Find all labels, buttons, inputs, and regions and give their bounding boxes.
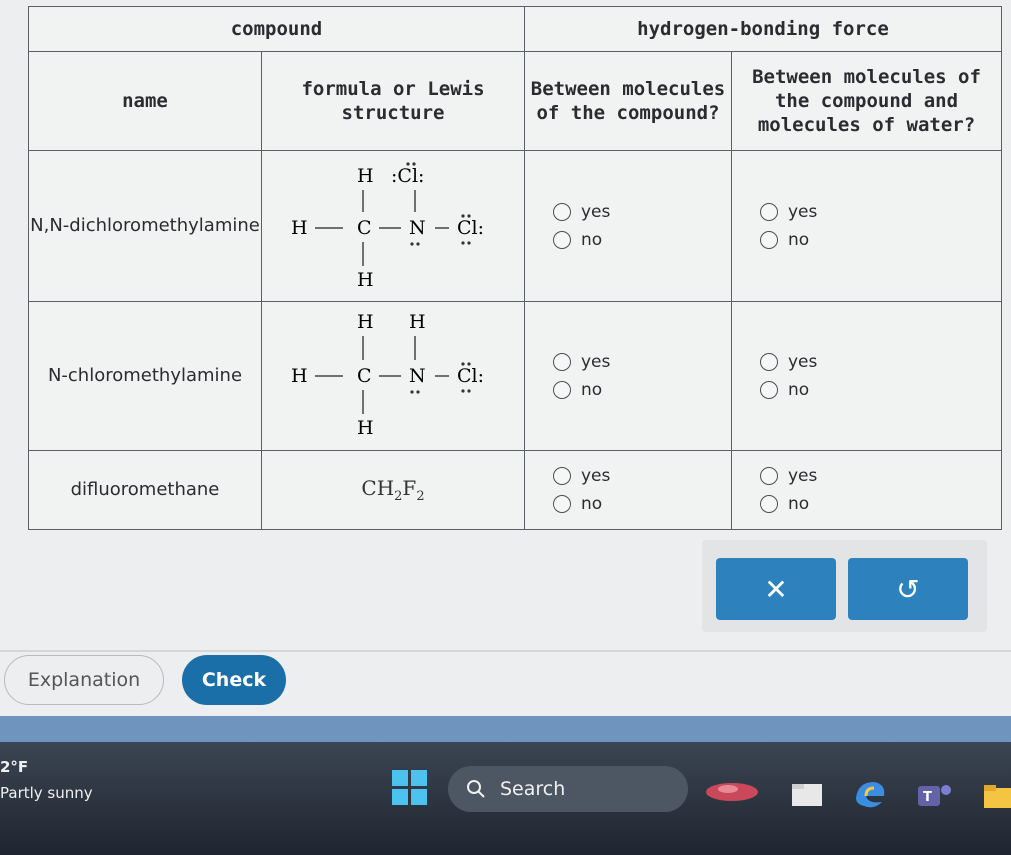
radio-circle-icon[interactable] xyxy=(760,467,778,485)
radio-circle-icon[interactable] xyxy=(760,381,778,399)
option-label: no xyxy=(788,230,810,250)
between-water-options: yes no xyxy=(731,301,1002,451)
undo-icon: ↺ xyxy=(896,573,920,605)
option-label: yes xyxy=(788,466,818,486)
radio-yes[interactable]: yes xyxy=(553,466,731,486)
atom-h: H xyxy=(357,269,374,291)
option-label: no xyxy=(581,380,603,400)
group-header-compound: compound xyxy=(28,6,525,52)
taskbar-search[interactable]: Search xyxy=(448,766,688,812)
radio-circle-icon[interactable] xyxy=(553,231,571,249)
undo-button[interactable]: ↺ xyxy=(848,558,968,620)
divider xyxy=(0,650,1011,652)
weather-temperature[interactable]: 2°F xyxy=(0,758,28,776)
edge-browser-icon[interactable] xyxy=(852,778,888,810)
radio-circle-icon[interactable] xyxy=(760,495,778,513)
atom-h: H xyxy=(357,417,374,439)
atom-h: H xyxy=(409,311,426,333)
formula-cell: CH2F2 xyxy=(261,450,525,530)
table-row: N,N-dichloromethylamine H :Cl: H C N Cl: xyxy=(28,150,1002,302)
option-label: yes xyxy=(788,202,818,222)
option-label: no xyxy=(581,230,603,250)
atom-cl-right: Cl: xyxy=(457,365,484,387)
option-label: yes xyxy=(581,202,611,222)
radio-yes[interactable]: yes xyxy=(760,202,1001,222)
radio-circle-icon[interactable] xyxy=(553,353,571,371)
atom-cl-top: :Cl: xyxy=(391,165,424,187)
radio-circle-icon[interactable] xyxy=(553,495,571,513)
widget-image-icon[interactable] xyxy=(700,778,764,804)
radio-circle-icon[interactable] xyxy=(553,203,571,221)
radio-circle-icon[interactable] xyxy=(760,231,778,249)
atom-n: N xyxy=(409,365,426,387)
between-water-options: yes no xyxy=(731,450,1002,530)
answer-action-panel: ✕ ↺ xyxy=(702,540,987,632)
atom-n: N xyxy=(409,217,426,239)
lewis-structure-chloromethylamine: H H H C N Cl: H xyxy=(291,311,484,439)
radio-yes[interactable]: yes xyxy=(760,352,1001,372)
col-header-between-water: Between molecules of the compound and mo… xyxy=(731,51,1002,151)
between-compound-options: yes no xyxy=(524,301,732,451)
file-explorer-icon[interactable] xyxy=(790,780,826,808)
between-compound-options: yes no xyxy=(524,450,732,530)
radio-yes[interactable]: yes xyxy=(760,466,1001,486)
group-header-hbond: hydrogen-bonding force xyxy=(524,6,1002,52)
lewis-structure-cell: H H H C N Cl: H xyxy=(261,301,525,451)
weather-description[interactable]: Partly sunny xyxy=(0,784,93,802)
option-label: no xyxy=(581,494,603,514)
browser-bottom-bar xyxy=(0,716,1011,744)
explanation-button[interactable]: Explanation xyxy=(4,655,164,705)
radio-circle-icon[interactable] xyxy=(760,353,778,371)
atom-h: H xyxy=(357,311,374,333)
radio-yes[interactable]: yes xyxy=(553,352,731,372)
option-label: yes xyxy=(788,352,818,372)
radio-no[interactable]: no xyxy=(760,230,1001,250)
radio-no[interactable]: no xyxy=(553,380,731,400)
search-label: Search xyxy=(500,778,566,800)
radio-circle-icon[interactable] xyxy=(760,203,778,221)
atom-h: H xyxy=(291,217,308,239)
formula-difluoromethane: CH2F2 xyxy=(361,476,425,504)
close-icon: ✕ xyxy=(764,573,788,605)
radio-circle-icon[interactable] xyxy=(553,467,571,485)
radio-no[interactable]: no xyxy=(553,494,731,514)
atom-cl-right: Cl: xyxy=(457,217,484,239)
radio-no[interactable]: no xyxy=(760,494,1001,514)
radio-circle-icon[interactable] xyxy=(553,381,571,399)
option-label: yes xyxy=(581,352,611,372)
compound-name: N,N-dichloromethylamine xyxy=(28,150,262,302)
option-label: no xyxy=(788,494,810,514)
table-row: N-chloromethylamine H H H C N Cl: H yes … xyxy=(28,301,1002,451)
between-water-options: yes no xyxy=(731,150,1002,302)
windows-start-icon[interactable] xyxy=(392,770,428,806)
between-compound-options: yes no xyxy=(524,150,732,302)
teams-icon[interactable]: T xyxy=(916,780,954,810)
svg-text:T: T xyxy=(923,790,932,805)
lewis-structure-cell: H :Cl: H C N Cl: H xyxy=(261,150,525,302)
folder-icon[interactable] xyxy=(982,782,1011,810)
compound-name: N-chloromethylamine xyxy=(28,301,262,451)
col-header-formula: formula or Lewis structure xyxy=(261,51,525,151)
atom-c: C xyxy=(357,365,372,387)
radio-yes[interactable]: yes xyxy=(553,202,731,222)
clear-button[interactable]: ✕ xyxy=(716,558,836,620)
assignment-screen: compound hydrogen-bonding force name for… xyxy=(0,0,1011,735)
lewis-structure-dichloromethylamine: H :Cl: H C N Cl: H xyxy=(291,162,484,291)
radio-no[interactable]: no xyxy=(760,380,1001,400)
atom-h: H xyxy=(357,165,374,187)
hydrogen-bonding-table: compound hydrogen-bonding force name for… xyxy=(28,6,1002,530)
atom-h: H xyxy=(291,365,308,387)
radio-no[interactable]: no xyxy=(553,230,731,250)
compound-name: difluoromethane xyxy=(28,450,262,530)
col-header-between-compound: Between molecules of the compound? xyxy=(524,51,732,151)
option-label: yes xyxy=(581,466,611,486)
search-icon xyxy=(467,780,485,798)
table-row: difluoromethane CH2F2 yes no yes no xyxy=(28,450,1002,530)
check-button[interactable]: Check xyxy=(182,655,286,705)
atom-c: C xyxy=(357,217,372,239)
col-header-name: name xyxy=(28,51,262,151)
option-label: no xyxy=(788,380,810,400)
